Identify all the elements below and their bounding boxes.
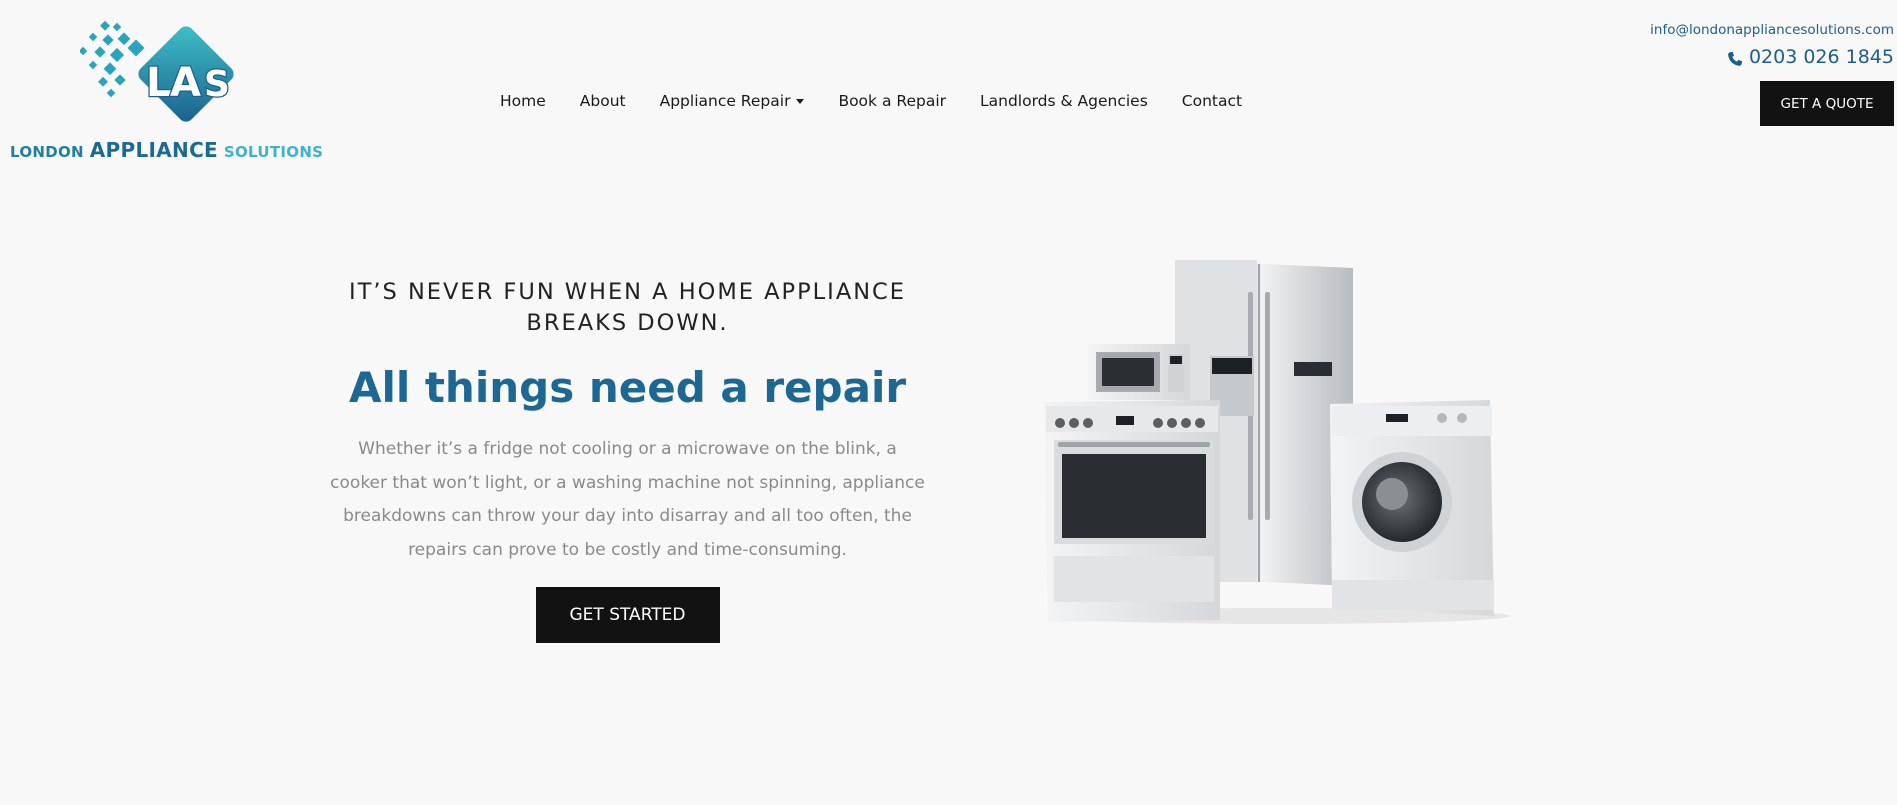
nav-book-a-repair[interactable]: Book a Repair xyxy=(838,92,946,110)
phone-row[interactable]: 0203 026 1845 xyxy=(1650,46,1894,68)
svg-text:A: A xyxy=(170,60,201,106)
svg-text:S: S xyxy=(204,64,230,105)
phone-icon xyxy=(1728,51,1743,66)
nav-contact[interactable]: Contact xyxy=(1182,92,1242,110)
nav-appliance-repair[interactable]: Appliance Repair xyxy=(660,92,805,110)
nav-home[interactable]: Home xyxy=(500,92,546,110)
logo-word-london: LONDON xyxy=(10,143,84,161)
svg-text:L: L xyxy=(146,60,172,106)
microwave-illustration xyxy=(1088,344,1190,400)
nav-appliance-repair-label: Appliance Repair xyxy=(659,92,791,110)
logo-wordmark: LONDON APPLIANCE SOLUTIONS xyxy=(10,138,323,162)
nav-about[interactable]: About xyxy=(580,92,626,110)
nav-landlords-agencies[interactable]: Landlords & Agencies xyxy=(980,92,1148,110)
get-a-quote-button[interactable]: GET A QUOTE xyxy=(1760,81,1894,126)
hero-description: Whether it’s a fridge not cooling or a m… xyxy=(330,439,925,560)
appliances-image xyxy=(1044,260,1510,624)
header-contact: info@londonappliancesolutions.com 0203 0… xyxy=(1650,22,1897,68)
hero-kicker: IT’S NEVER FUN WHEN A HOME APPLIANCE BRE… xyxy=(349,279,906,336)
phone-number: 0203 026 1845 xyxy=(1748,46,1894,68)
page: L A S LONDON APPLIANCE SOLUTIONS Home Ab… xyxy=(0,0,1897,805)
washing-machine-illustration xyxy=(1330,400,1494,616)
logo-word-solutions: SOLUTIONS xyxy=(223,143,324,161)
cooker-illustration xyxy=(1044,400,1220,622)
chevron-down-icon xyxy=(796,98,805,104)
logo-word-appliance: APPLIANCE xyxy=(89,138,219,162)
site-logo[interactable]: L A S LONDON APPLIANCE SOLUTIONS xyxy=(8,14,348,164)
hero-text: IT’S NEVER FUN WHEN A HOME APPLIANCE BRE… xyxy=(300,277,955,643)
main-nav: Home About Appliance Repair Book a Repai… xyxy=(500,90,1276,112)
get-started-button[interactable]: GET STARTED xyxy=(535,587,720,643)
logo-mark-icon: L A S xyxy=(80,20,234,122)
hero-headline: All things need a repair xyxy=(348,363,907,412)
email-link[interactable]: info@londonappliancesolutions.com xyxy=(1650,22,1894,38)
